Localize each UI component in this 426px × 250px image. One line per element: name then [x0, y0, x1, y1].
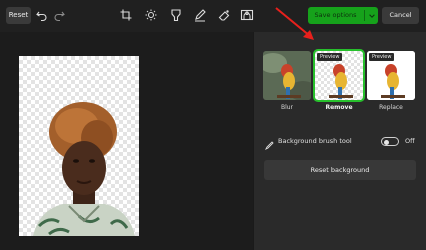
preview-badge: Preview	[369, 53, 395, 61]
erase-icon[interactable]	[217, 8, 231, 22]
reset-background-button[interactable]: Reset background	[264, 160, 416, 180]
toggle-knob	[384, 139, 389, 145]
brush-tool-label: Background brush tool	[278, 137, 352, 145]
portrait-image	[33, 102, 135, 236]
save-options-button[interactable]: Save options	[308, 7, 378, 24]
blur-thumbnail	[263, 51, 311, 100]
blur-option[interactable]	[263, 51, 311, 100]
brightness-icon[interactable]	[144, 8, 158, 22]
save-options-label: Save options	[314, 11, 357, 19]
redo-icon[interactable]	[52, 8, 66, 22]
undo-icon[interactable]	[35, 8, 49, 22]
filter-icon[interactable]	[169, 8, 183, 22]
blur-label: Blur	[280, 104, 294, 111]
brush-tool-toggle[interactable]	[381, 137, 399, 146]
reset-button[interactable]: Reset	[6, 7, 31, 24]
top-toolbar: Reset Save options Cancel	[0, 0, 426, 32]
brush-icon	[264, 136, 274, 151]
toggle-state-label: Off	[405, 137, 415, 145]
markup-icon[interactable]	[193, 8, 207, 22]
save-divider	[364, 10, 365, 21]
background-panel: Preview Preview Blur Remove Replace Back…	[253, 32, 426, 250]
remove-option[interactable]: Preview	[313, 49, 365, 102]
background-brush-row: Background brush tool Off	[264, 136, 419, 151]
replace-label: Replace	[379, 104, 403, 111]
preview-badge: Preview	[317, 53, 343, 61]
replace-option[interactable]: Preview	[367, 51, 415, 100]
edited-photo	[19, 56, 139, 236]
background-icon[interactable]	[240, 8, 254, 22]
remove-label: Remove	[325, 104, 353, 111]
chevron-down-icon[interactable]	[367, 8, 377, 27]
crop-icon[interactable]	[119, 8, 133, 22]
cancel-button[interactable]: Cancel	[382, 7, 419, 24]
